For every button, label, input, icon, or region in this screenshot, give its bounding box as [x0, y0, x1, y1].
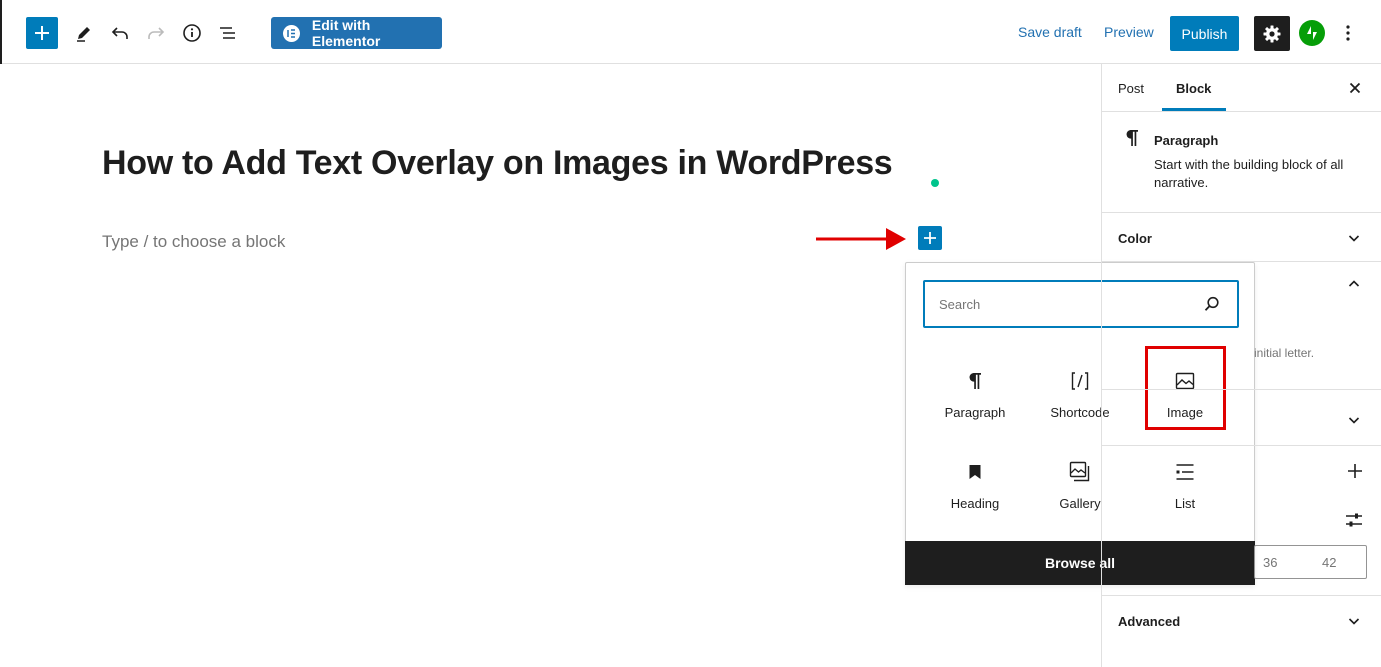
tab-block[interactable]: Block [1176, 81, 1211, 96]
color-panel-title: Color [1118, 231, 1152, 246]
options-menu-button[interactable] [1338, 20, 1358, 46]
elementor-icon [283, 24, 300, 42]
typography-panel [1102, 262, 1381, 390]
color-panel[interactable]: Color [1102, 213, 1381, 262]
edit-with-elementor-label: Edit with Elementor [311, 17, 381, 49]
list-view-icon [220, 27, 235, 39]
settings-sidebar: Post Block Paragraph Start with the buil… [1101, 64, 1381, 667]
redo-icon [148, 27, 165, 39]
more-vertical-icon [1346, 25, 1350, 41]
shortcode-icon [1070, 369, 1090, 393]
gear-icon [1263, 25, 1281, 42]
undo-icon [111, 27, 128, 39]
close-icon [1349, 82, 1361, 94]
paragraph-icon [1126, 130, 1138, 146]
inline-block-inserter[interactable] [918, 226, 942, 250]
advanced-panel[interactable]: Advanced [1102, 595, 1381, 667]
preview-button[interactable]: Preview [1104, 24, 1154, 40]
redo-button[interactable] [140, 17, 172, 49]
jetpack-bolt-icon [1307, 26, 1317, 40]
sidebar-tabs: Post Block [1102, 64, 1381, 112]
block-card-description: Start with the building block of all nar… [1154, 157, 1344, 190]
block-card-title: Paragraph [1154, 133, 1219, 148]
chevron-down-icon [1348, 235, 1360, 242]
sliders-icon[interactable] [1344, 510, 1364, 530]
pencil-icon [77, 27, 90, 42]
close-sidebar-button[interactable] [1345, 78, 1365, 98]
settings-button[interactable] [1254, 16, 1290, 51]
status-dot [931, 179, 939, 187]
paragraph-icon [965, 369, 985, 393]
block-option-label: Heading [950, 496, 1000, 511]
info-icon [183, 24, 201, 42]
block-option-label: Paragraph [944, 405, 1006, 420]
chevron-down-icon [1348, 618, 1360, 625]
drop-cap-help-text: initial letter. [1254, 346, 1315, 360]
font-size-picker[interactable]: 36 42 [1254, 545, 1367, 579]
block-placeholder[interactable]: Type / to choose a block [102, 232, 285, 252]
plus-icon[interactable] [1346, 462, 1364, 480]
toolbar-edge [0, 0, 2, 64]
post-title[interactable]: How to Add Text Overlay on Images in Wor… [102, 144, 893, 183]
tab-post[interactable]: Post [1118, 81, 1144, 96]
plus-icon [35, 26, 49, 40]
heading-icon [965, 460, 985, 484]
font-size-option[interactable]: 36 [1263, 555, 1277, 570]
gallery-icon [1069, 460, 1091, 484]
top-toolbar: Edit with Elementor Save draft Preview P… [0, 0, 1381, 64]
advanced-panel-title: Advanced [1118, 614, 1181, 629]
publish-button[interactable]: Publish [1170, 16, 1239, 51]
red-arrow-annotation [816, 228, 906, 250]
save-draft-button[interactable]: Save draft [1018, 24, 1082, 40]
details-button[interactable] [176, 17, 208, 49]
font-size-option[interactable]: 42 [1322, 555, 1336, 570]
tools-button[interactable] [68, 17, 100, 49]
block-inserter-toggle[interactable] [26, 17, 58, 49]
chevron-down-icon [1348, 417, 1360, 424]
chevron-up-icon[interactable] [1346, 276, 1362, 292]
block-card: Paragraph Start with the building block … [1102, 112, 1381, 213]
edit-with-elementor-button[interactable]: Edit with Elementor [271, 17, 442, 49]
collapsed-panel[interactable] [1102, 390, 1381, 446]
block-option-label: Gallery [1059, 496, 1101, 511]
list-view-button[interactable] [212, 17, 244, 49]
jetpack-button[interactable] [1299, 20, 1325, 46]
block-option-paragraph[interactable]: Paragraph [925, 355, 1025, 435]
undo-button[interactable] [104, 17, 136, 49]
active-tab-indicator [1162, 108, 1226, 111]
block-option-heading[interactable]: Heading [925, 446, 1025, 526]
plus-icon [924, 232, 936, 244]
block-editor: Edit with Elementor Save draft Preview P… [0, 0, 1381, 667]
